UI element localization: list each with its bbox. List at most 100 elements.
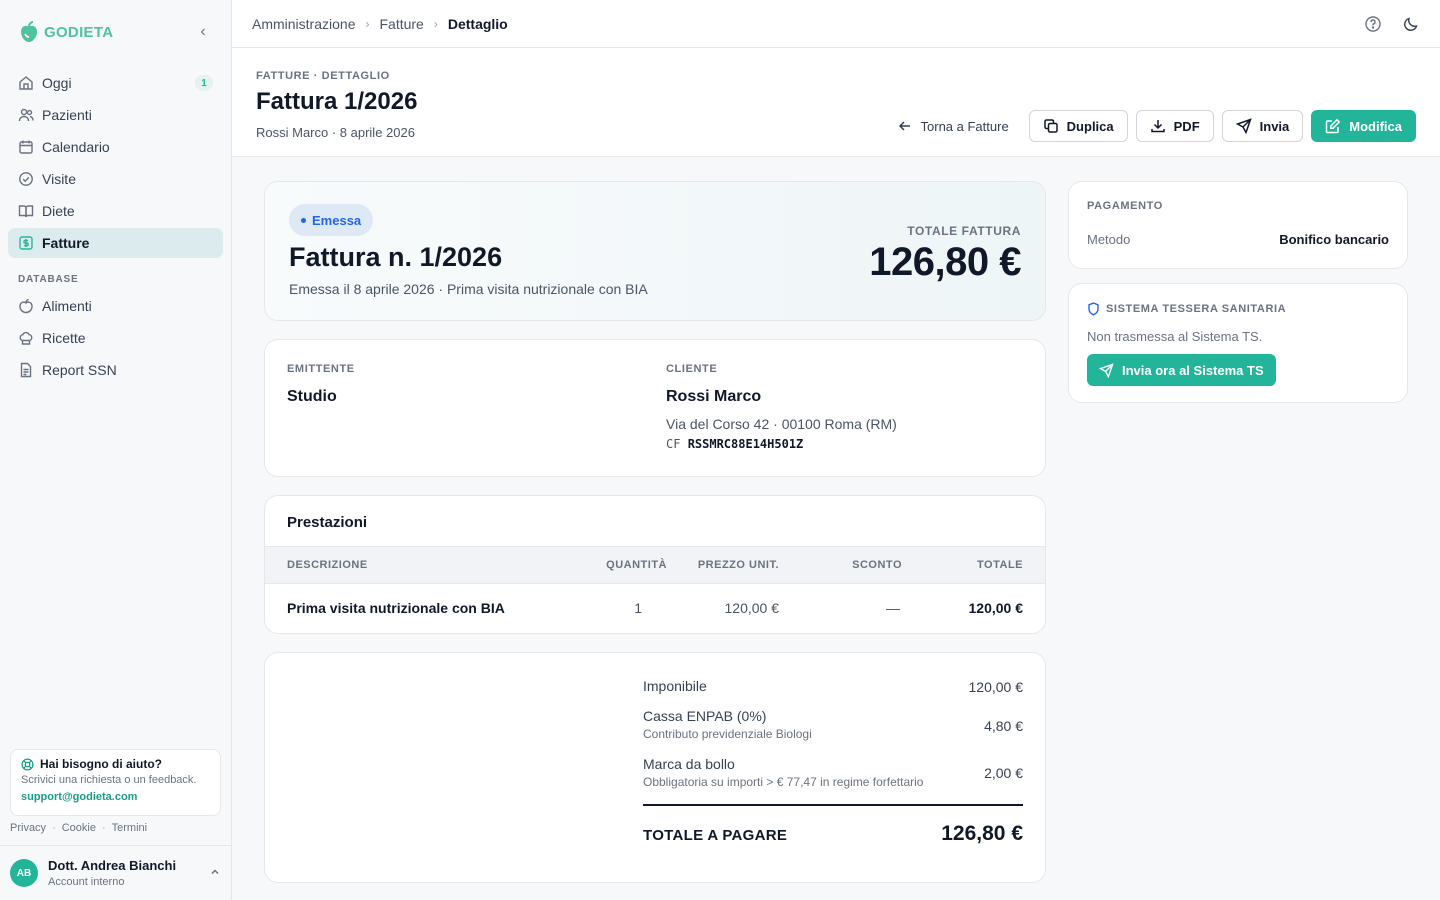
row-unit-price: 120,00 € (724, 600, 780, 616)
sidebar-item-label: Report SSN (42, 362, 117, 378)
client-label: CLIENTE (666, 363, 718, 375)
sidebar-item-alimenti[interactable]: Alimenti (8, 291, 223, 321)
help-title: Hai bisogno di aiuto? (40, 757, 162, 771)
users-icon (18, 107, 34, 123)
shield-icon (1087, 302, 1100, 316)
cf-value: RSSMRC88E14H501Z (687, 437, 804, 451)
send-to-sistema-ts-button[interactable]: Invia ora al Sistema TS (1087, 354, 1276, 386)
bollo-value: 2,00 € (984, 765, 1023, 781)
sidebar-item-ricette[interactable]: Ricette (8, 323, 223, 353)
invoice-subtitle: Emessa il 8 aprile 2026 · Prima visita n… (289, 281, 648, 297)
download-icon (1150, 118, 1166, 134)
imponibile-value: 120,00 € (968, 679, 1024, 695)
client-fiscal-code: CF RSSMRC88E14H501Z (666, 437, 803, 451)
user-info: Dott. Andrea Bianchi Account interno (48, 858, 209, 888)
cookie-link[interactable]: Cookie (62, 822, 96, 834)
sidebar-item-label: Alimenti (42, 298, 92, 314)
payment-label: PAGAMENTO (1087, 200, 1163, 212)
invoice-summary-card: Emessa Fattura n. 1/2026 Emessa il 8 apr… (264, 181, 1046, 321)
sidebar-item-pazienti[interactable]: Pazienti (8, 100, 223, 130)
totals-card: Imponibile 120,00 € Cassa ENPAB (0%) Con… (264, 652, 1046, 883)
separator-dot: · (101, 822, 106, 834)
row-discount: — (886, 600, 900, 616)
row-total: 120,00 € (968, 600, 1024, 616)
services-card: Prestazioni DESCRIZIONE QUANTITÀ PREZZO … (264, 495, 1046, 634)
edit-label: Modifica (1349, 118, 1402, 134)
send-label: Invia (1259, 118, 1290, 134)
send-to-sistema-ts-label: Invia ora al Sistema TS (1122, 362, 1264, 378)
services-title: Prestazioni (287, 514, 368, 531)
sidebar-item-oggi[interactable]: Oggi 1 (8, 68, 223, 98)
sidebar-item-label: Diete (42, 203, 75, 219)
chef-hat-icon (18, 330, 34, 346)
payment-method-label: Metodo (1087, 232, 1131, 247)
logo-row: GODIETA ‹ (0, 0, 231, 64)
top-actions (1364, 15, 1420, 33)
privacy-link[interactable]: Privacy (10, 822, 46, 834)
imponibile-label: Imponibile (643, 678, 707, 694)
terms-link[interactable]: Termini (112, 822, 147, 834)
cassa-label: Cassa ENPAB (0%) (643, 708, 767, 724)
file-text-icon (18, 362, 34, 378)
sidebar-item-calendario[interactable]: Calendario (8, 132, 223, 162)
sidebar-item-label: Ricette (42, 330, 86, 346)
sistema-ts-header: SISTEMA TESSERA SANITARIA (1087, 302, 1286, 316)
user-menu[interactable]: AB Dott. Andrea Bianchi Account interno (0, 845, 231, 900)
sistema-ts-label: SISTEMA TESSERA SANITARIA (1106, 303, 1287, 315)
support-email-link[interactable]: support@godieta.com (21, 791, 210, 803)
back-label: Torna a Fatture (920, 118, 1009, 134)
pdf-button[interactable]: PDF (1135, 110, 1214, 142)
status-dot (301, 217, 306, 223)
sidebar: GODIETA ‹ Oggi 1 Pazienti Calendario Vis… (0, 0, 232, 900)
invoice-total-label: TOTALE FATTURA (907, 224, 1021, 238)
avatar: AB (10, 859, 38, 887)
count-badge: 1 (195, 75, 213, 91)
book-icon (18, 203, 34, 219)
status-label: Emessa (312, 212, 362, 228)
help-circle-icon[interactable] (1364, 15, 1382, 33)
status-badge: Emessa (289, 204, 374, 236)
page-title: Fattura 1/2026 (256, 88, 418, 115)
sidebar-item-visite[interactable]: Visite (8, 164, 223, 194)
calendar-icon (18, 139, 34, 155)
bollo-subtitle: Obbligatoria su importi > € 77,47 in reg… (643, 775, 924, 789)
duplicate-button[interactable]: Duplica (1028, 110, 1128, 142)
database-section-title: DATABASE (18, 274, 79, 285)
sidebar-item-fatture[interactable]: Fatture (8, 228, 223, 258)
help-title-row: Hai bisogno di aiuto? (21, 757, 210, 771)
sistema-ts-status: Non trasmessa al Sistema TS. (1087, 329, 1263, 344)
sistema-ts-card: SISTEMA TESSERA SANITARIA Non trasmessa … (1068, 283, 1408, 403)
back-to-invoices-button[interactable]: Torna a Fatture (885, 110, 1021, 142)
sidebar-item-report-ssn[interactable]: Report SSN (8, 355, 223, 385)
column-header: PREZZO UNIT. (697, 559, 779, 571)
collapse-sidebar-icon[interactable]: ‹ (193, 23, 213, 41)
home-icon (18, 75, 34, 91)
breadcrumb-fatture[interactable]: Fatture (379, 16, 423, 32)
send-button[interactable]: Invia (1221, 110, 1304, 142)
legal-links: Privacy · Cookie · Termini (10, 822, 147, 834)
parties-card: EMITTENTE Studio CLIENTE Rossi Marco Via… (264, 339, 1046, 477)
brand-name: GODIETA (44, 23, 114, 41)
logo[interactable]: GODIETA (18, 20, 113, 44)
header-actions: Torna a Fatture Duplica PDF Invia Modifi… (885, 110, 1416, 142)
moon-icon[interactable] (1402, 15, 1420, 33)
copy-icon (1043, 118, 1059, 134)
invoice-title: Fattura n. 1/2026 (289, 242, 503, 272)
row-description: Prima visita nutrizionale con BIA (287, 600, 505, 616)
sidebar-item-diete[interactable]: Diete (8, 196, 223, 226)
page-header: FATTURE · DETTAGLIO Fattura 1/2026 Rossi… (232, 48, 1440, 157)
breadcrumb-amministrazione[interactable]: Amministrazione (252, 16, 355, 32)
edit-icon (1325, 118, 1341, 134)
issuer-name: Studio (287, 388, 337, 405)
send-icon (1099, 362, 1114, 378)
sidebar-item-label: Fatture (42, 235, 90, 251)
breadcrumb-current: Dettaglio (447, 15, 508, 32)
send-icon (1235, 118, 1252, 134)
sidebar-item-label: Visite (42, 171, 76, 187)
edit-button[interactable]: Modifica (1311, 110, 1416, 142)
cassa-value: 4,80 € (984, 718, 1023, 734)
arrow-left-icon (897, 118, 913, 134)
totals-divider (643, 804, 1023, 806)
help-subtitle: Scrivici una richiesta o un feedback. (21, 774, 197, 786)
client-address: Via del Corso 42 · 00100 Roma (RM) (666, 416, 897, 432)
